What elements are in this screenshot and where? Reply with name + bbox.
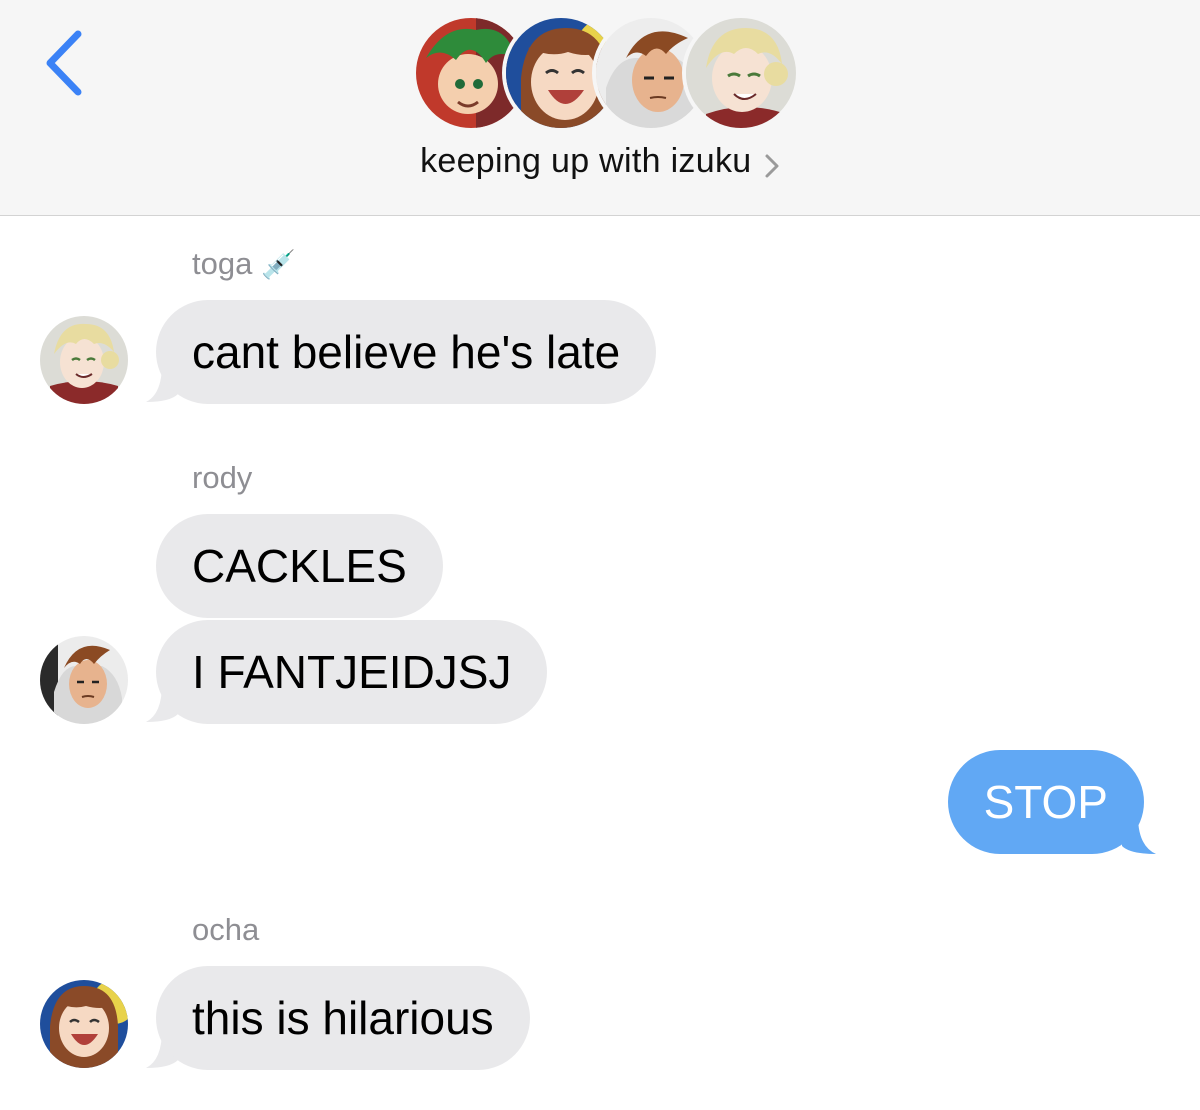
- avatar-toga[interactable]: [40, 316, 128, 404]
- message-text: I FANTJEIDJSJ: [192, 646, 512, 698]
- chevron-right-icon: [765, 154, 779, 178]
- group-name: keeping up with izuku: [420, 142, 752, 180]
- message-bubble[interactable]: CACKLES: [156, 514, 443, 618]
- syringe-icon: 💉: [260, 249, 296, 280]
- back-button[interactable]: [40, 30, 90, 96]
- sender-name: toga 💉: [192, 246, 296, 281]
- message-bubble[interactable]: cant believe he's late: [156, 300, 657, 404]
- avatar-toga: [682, 14, 800, 132]
- message-text: CACKLES: [192, 540, 407, 592]
- message-bubble-outgoing[interactable]: STOP: [947, 750, 1144, 854]
- message-bubble[interactable]: this is hilarious: [156, 966, 530, 1070]
- conversation-header: keeping up with izuku: [0, 0, 1200, 216]
- avatar-ocha[interactable]: [40, 980, 128, 1068]
- message-bubble[interactable]: I FANTJEIDJSJ: [156, 620, 548, 724]
- group-name-button[interactable]: keeping up with izuku: [0, 142, 1200, 181]
- message-text: this is hilarious: [192, 992, 494, 1044]
- message-text: cant believe he's late: [192, 326, 621, 378]
- avatar-rody[interactable]: [40, 636, 128, 724]
- sender-name: rody: [192, 460, 253, 495]
- message-text: STOP: [983, 776, 1108, 828]
- chevron-left-icon: [46, 30, 82, 96]
- group-avatars[interactable]: [412, 14, 800, 132]
- sender-name: ocha: [192, 912, 260, 947]
